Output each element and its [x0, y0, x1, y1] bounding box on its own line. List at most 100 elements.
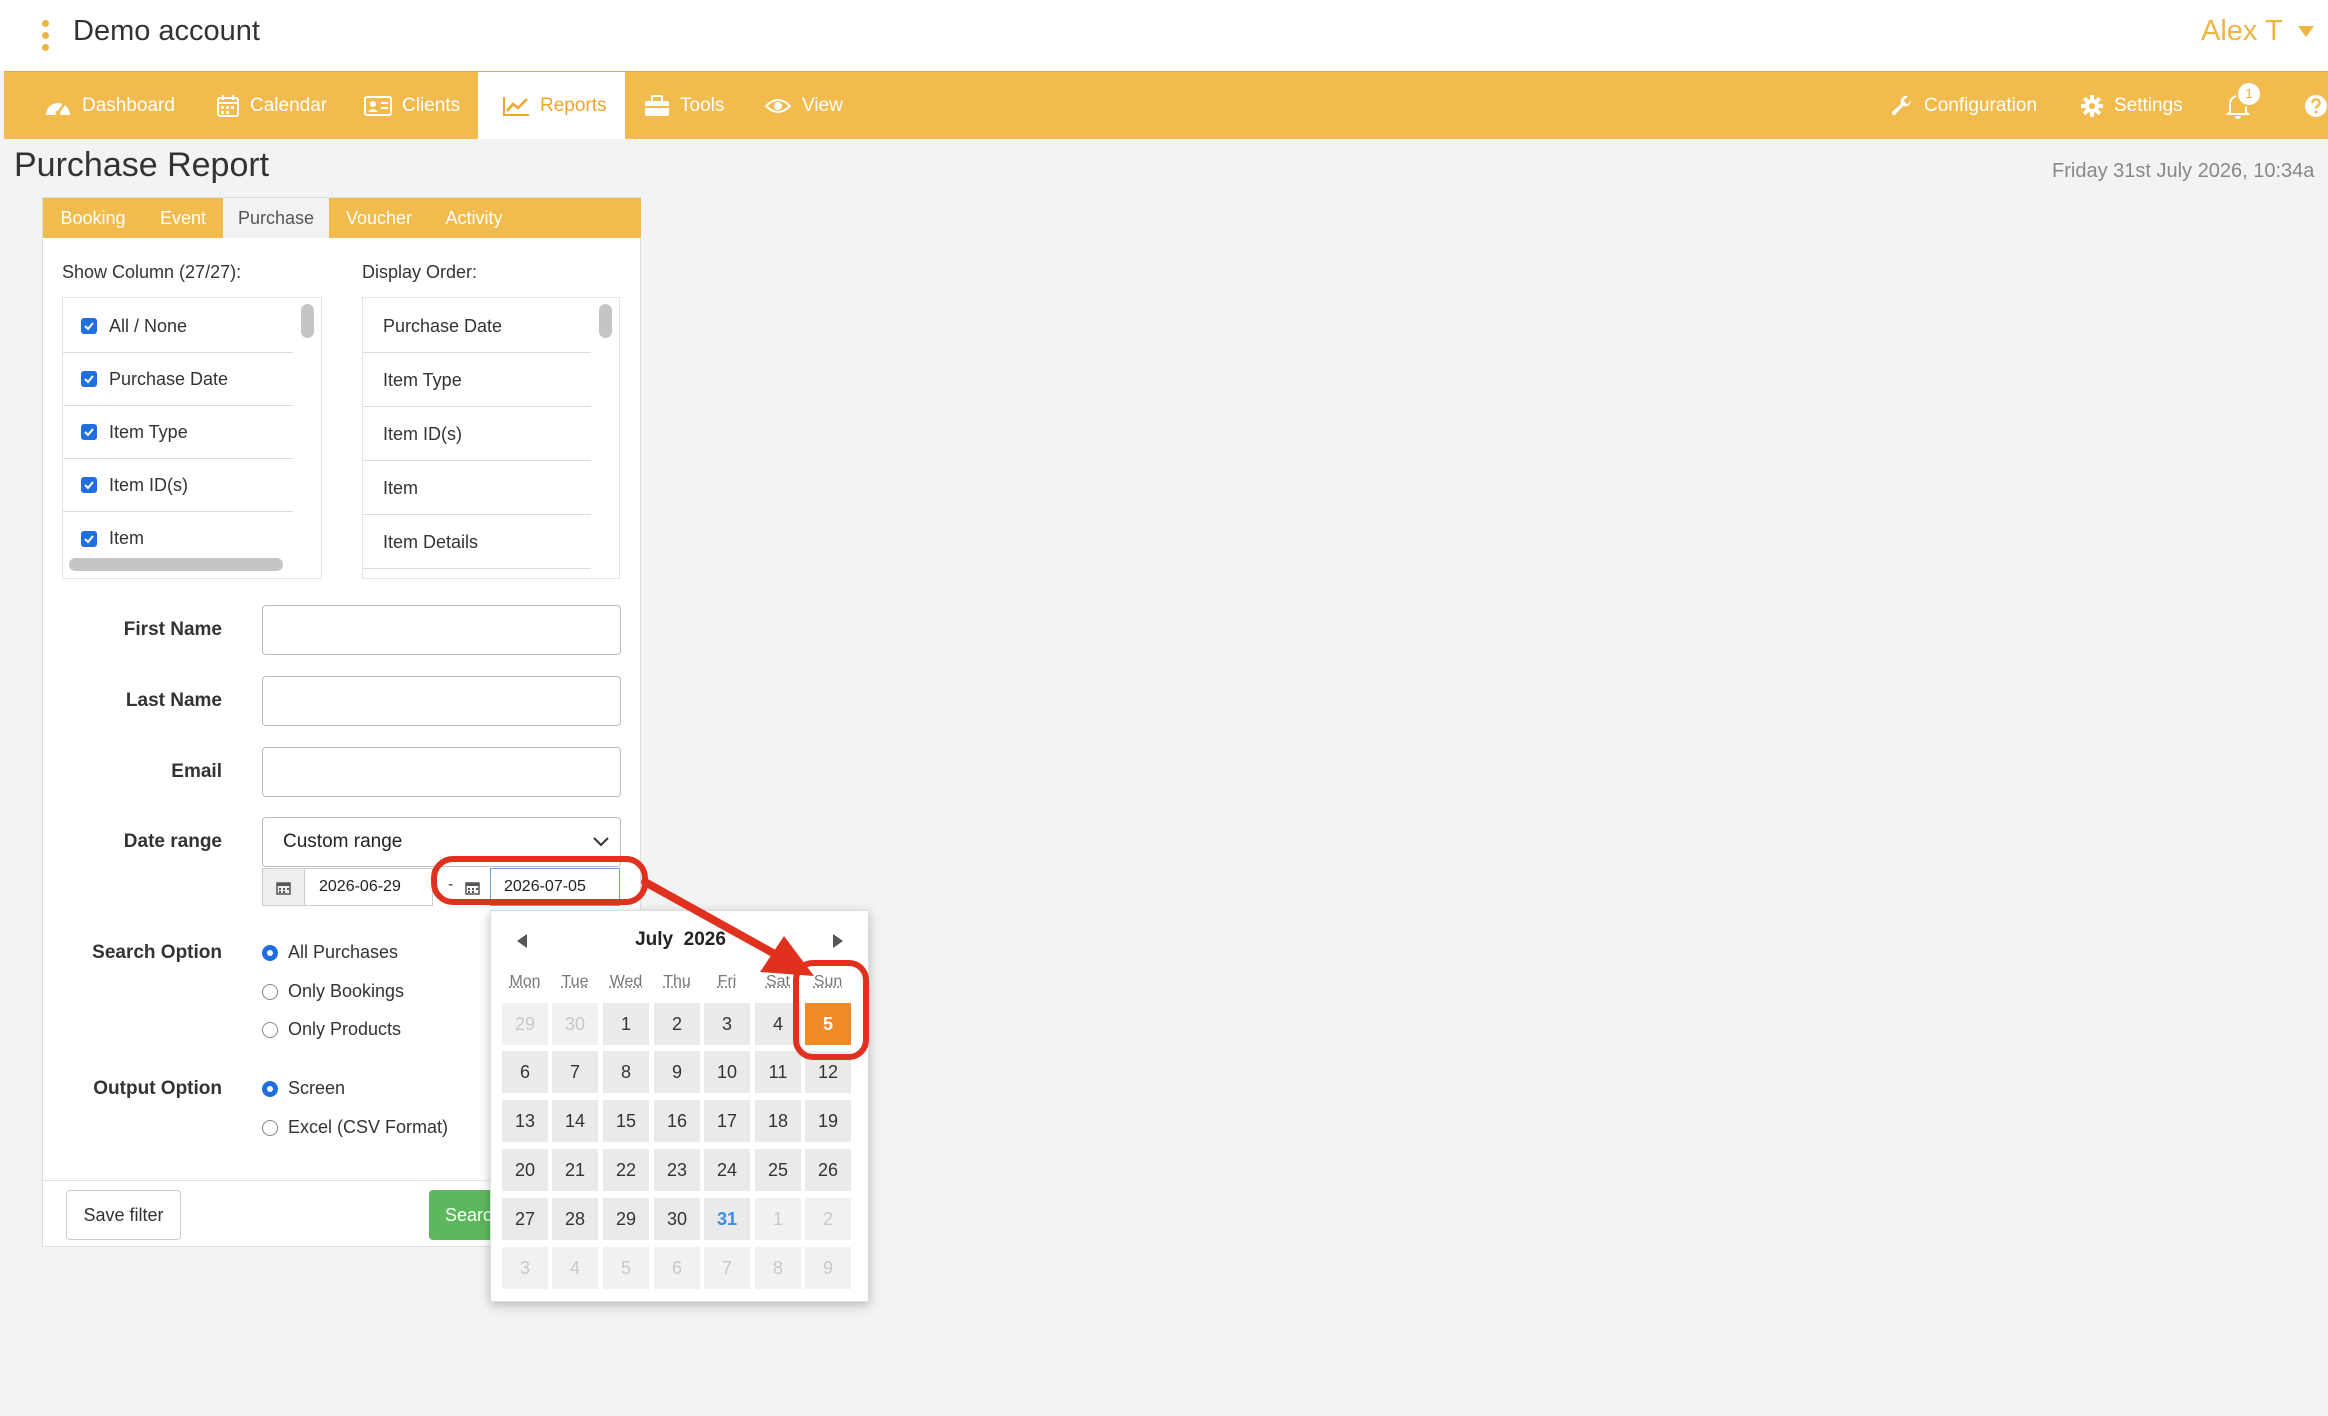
- radio-only-products[interactable]: [262, 1022, 278, 1038]
- last-name-input[interactable]: [262, 676, 621, 726]
- order-item[interactable]: Purchase Date: [363, 300, 591, 353]
- calendar-day[interactable]: 1: [755, 1198, 801, 1240]
- calendar-day[interactable]: 9: [805, 1247, 851, 1289]
- radio-screen[interactable]: [262, 1081, 278, 1097]
- nav-settings[interactable]: Settings: [2080, 72, 2183, 139]
- order-item[interactable]: Item Type: [363, 354, 591, 407]
- calendar-day[interactable]: 17: [704, 1100, 750, 1142]
- nav-calendar[interactable]: Calendar: [216, 72, 327, 139]
- calendar-day[interactable]: 23: [654, 1149, 700, 1191]
- radio-all-purchases[interactable]: [262, 945, 278, 961]
- first-name-input[interactable]: [262, 605, 621, 655]
- calendar-day[interactable]: 13: [502, 1100, 548, 1142]
- nav-configuration[interactable]: Configuration: [1890, 72, 2037, 139]
- vertical-scrollbar[interactable]: [301, 304, 314, 338]
- calendar-day[interactable]: 8: [603, 1051, 649, 1093]
- calendar-day[interactable]: 4: [552, 1247, 598, 1289]
- calendar-day[interactable]: 14: [552, 1100, 598, 1142]
- nav-tools[interactable]: Tools: [644, 72, 724, 139]
- clients-icon: [364, 95, 392, 116]
- column-option[interactable]: All / None: [63, 300, 293, 353]
- nav-view-label: View: [802, 94, 843, 116]
- menu-kebab-icon[interactable]: [42, 20, 50, 52]
- calendar-day[interactable]: 10: [704, 1051, 750, 1093]
- calendar-day[interactable]: 2: [654, 1003, 700, 1045]
- calendar-day[interactable]: 29: [502, 1003, 548, 1045]
- calendar-day[interactable]: 6: [502, 1051, 548, 1093]
- date-range-label: Date range: [123, 831, 222, 852]
- calendar-day[interactable]: 3: [502, 1247, 548, 1289]
- order-item[interactable]: Item Details: [363, 516, 591, 569]
- tab-voucher[interactable]: Voucher: [329, 198, 429, 238]
- calendar-day[interactable]: 8: [755, 1247, 801, 1289]
- calendar-day[interactable]: 24: [704, 1149, 750, 1191]
- calendar-day[interactable]: 7: [552, 1051, 598, 1093]
- calendar-day[interactable]: 2: [805, 1198, 851, 1240]
- calendar-day[interactable]: 21: [552, 1149, 598, 1191]
- save-filter-button[interactable]: Save filter: [66, 1190, 181, 1240]
- calendar-day[interactable]: 7: [704, 1247, 750, 1289]
- checkbox-checked-icon[interactable]: [81, 371, 97, 387]
- checkbox-checked-icon[interactable]: [81, 477, 97, 493]
- order-item[interactable]: Item: [363, 462, 591, 515]
- calendar-day[interactable]: 29: [603, 1198, 649, 1240]
- nav-tools-label: Tools: [680, 94, 725, 116]
- caret-down-icon[interactable]: [2298, 26, 2314, 37]
- calendar-day[interactable]: 1: [603, 1003, 649, 1045]
- checkbox-checked-icon[interactable]: [81, 424, 97, 440]
- checkbox-checked-icon[interactable]: [81, 530, 97, 547]
- calendar-day[interactable]: 3: [704, 1003, 750, 1045]
- calendar-day[interactable]: 26: [805, 1149, 851, 1191]
- calendar-day[interactable]: 11: [755, 1051, 801, 1093]
- user-menu[interactable]: Alex T: [2201, 15, 2283, 48]
- calendar-day-today[interactable]: 31: [704, 1198, 750, 1240]
- email-input[interactable]: [262, 747, 621, 797]
- vertical-scrollbar[interactable]: [599, 304, 612, 338]
- calendar-day[interactable]: 22: [603, 1149, 649, 1191]
- next-month-icon[interactable]: [831, 933, 845, 949]
- calendar-day[interactable]: 30: [552, 1003, 598, 1045]
- horizontal-scrollbar[interactable]: [69, 558, 283, 571]
- radio-only-bookings[interactable]: [262, 984, 278, 1000]
- radio-excel-csv[interactable]: [262, 1120, 278, 1136]
- column-option[interactable]: Item ID(s): [63, 459, 293, 512]
- calendar-day[interactable]: 28: [552, 1198, 598, 1240]
- calendar-day[interactable]: 16: [654, 1100, 700, 1142]
- notifications-button[interactable]: [2226, 72, 2260, 139]
- tab-event[interactable]: Event: [143, 198, 223, 238]
- help-button[interactable]: [2304, 72, 2328, 139]
- nav-reports[interactable]: Reports: [478, 72, 625, 139]
- top-bar: [0, 0, 2328, 71]
- tab-activity[interactable]: Activity: [429, 198, 519, 238]
- date-from-calendar-button[interactable]: [262, 868, 305, 906]
- order-item[interactable]: Item ID(s): [363, 408, 591, 461]
- last-name-label: Last Name: [125, 690, 222, 711]
- nav-view[interactable]: View: [764, 72, 843, 139]
- nav-configuration-label: Configuration: [1924, 94, 2038, 116]
- calendar-day[interactable]: 25: [755, 1149, 801, 1191]
- calendar-day[interactable]: 9: [654, 1051, 700, 1093]
- column-option[interactable]: Item Type: [63, 406, 293, 459]
- radio-excel-csv-label: Excel (CSV Format): [288, 1117, 449, 1137]
- show-column-label: Show Column (27/27):: [62, 262, 242, 282]
- column-option-label: Item Type: [109, 421, 188, 442]
- tab-booking[interactable]: Booking: [43, 198, 143, 238]
- calendar-day[interactable]: 5: [603, 1247, 649, 1289]
- calendar-day[interactable]: 20: [502, 1149, 548, 1191]
- calendar-day[interactable]: 30: [654, 1198, 700, 1240]
- help-icon: [2305, 94, 2327, 117]
- nav-dashboard[interactable]: Dashboard: [44, 72, 175, 139]
- nav-clients[interactable]: Clients: [364, 72, 460, 139]
- calendar-day[interactable]: 15: [603, 1100, 649, 1142]
- column-option-label: Item: [109, 528, 145, 548]
- date-from-input[interactable]: 2026-06-29: [305, 868, 433, 906]
- calendar-day[interactable]: 27: [502, 1198, 548, 1240]
- calendar-day[interactable]: 18: [755, 1100, 801, 1142]
- column-option[interactable]: Purchase Date: [63, 353, 293, 406]
- tab-purchase[interactable]: Purchase: [223, 198, 329, 238]
- radio-only-products-label: Only Products: [288, 1019, 402, 1039]
- calendar-day[interactable]: 19: [805, 1100, 851, 1142]
- reports-icon: [503, 96, 529, 116]
- calendar-day[interactable]: 6: [654, 1247, 700, 1289]
- checkbox-checked-icon[interactable]: [81, 318, 97, 334]
